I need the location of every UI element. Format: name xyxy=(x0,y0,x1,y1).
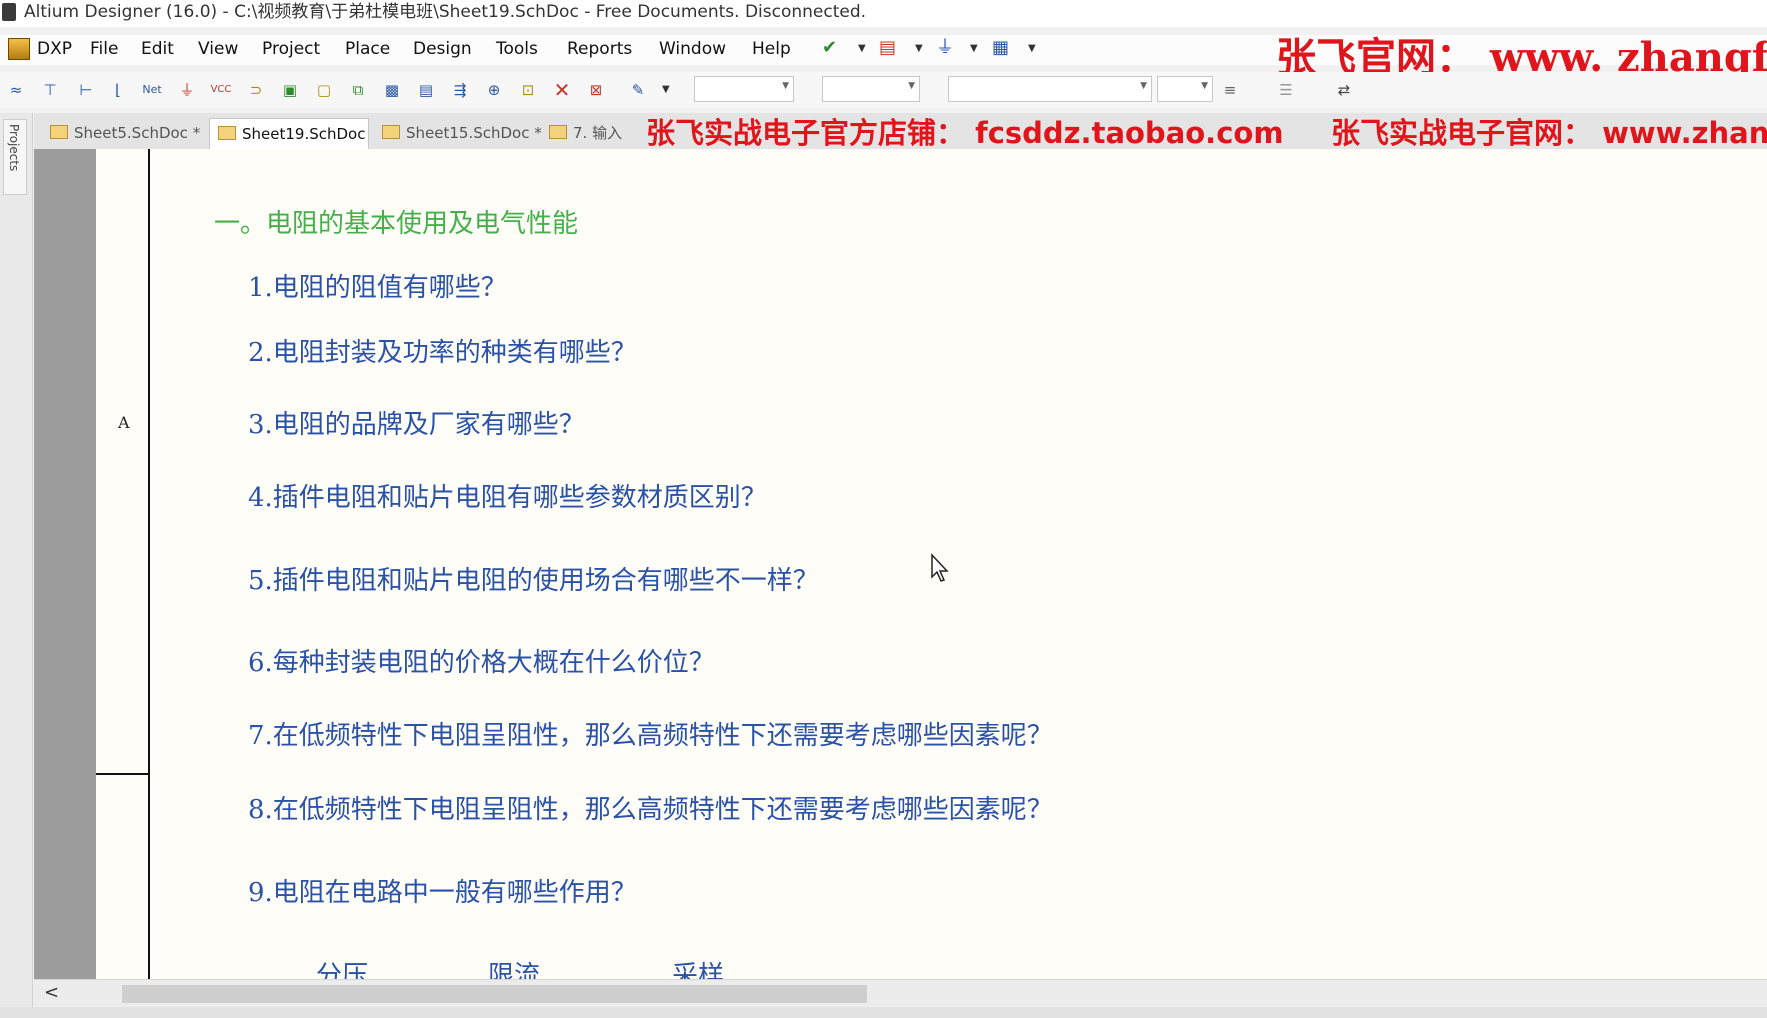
filter-combo-2[interactable]: ▼ xyxy=(822,76,920,102)
question-7[interactable]: 7.在低频特性下电阻呈阻性，那么高频特性下还需要考虑哪些因素呢？ xyxy=(248,715,1053,752)
tab-sheet5[interactable]: Sheet5.SchDoc * xyxy=(42,118,206,148)
junction-icon[interactable]: ⊕ xyxy=(482,78,506,102)
port-icon[interactable]: ⇶ xyxy=(448,78,472,102)
menu-help[interactable]: Help xyxy=(752,39,791,59)
harness-connector-icon[interactable]: ▩ xyxy=(380,78,404,102)
document-tab-bar: Sheet5.SchDoc * Sheet19.SchDoc Sheet15.S… xyxy=(34,113,1767,150)
menu-bar: DXP File Edit View Project Place Design … xyxy=(0,34,1767,81)
title-bar: Altium Designer (16.0) - C:\视频教育\于弟杜模电班\… xyxy=(0,0,1767,27)
projects-tab-label: Projects xyxy=(7,124,21,172)
net-label-icon[interactable]: Net xyxy=(140,78,164,102)
dropdown-arrow-icon[interactable]: ▼ xyxy=(915,38,923,60)
filter-combo-4[interactable]: ▼ xyxy=(1157,76,1213,102)
gnd-port-icon[interactable]: ⏚ xyxy=(175,78,199,102)
question-6[interactable]: 6.每种封装电阻的价格大概在什么价位？ xyxy=(248,642,715,679)
ground-icon[interactable]: ⏚ xyxy=(936,37,954,59)
projects-panel-strip: Projects xyxy=(0,113,33,1018)
horizontal-scrollbar[interactable]: < xyxy=(34,979,1767,1008)
menu-window[interactable]: Window xyxy=(659,39,726,59)
projects-side-tab[interactable]: Projects xyxy=(3,119,27,195)
compile-mask-icon[interactable]: ⊠ xyxy=(584,78,608,102)
watermark-store: 张飞实战电子官方店铺： fcsddz.taobao.com xyxy=(646,116,1284,150)
status-bar xyxy=(0,1007,1767,1018)
wire-icon[interactable]: ≈ xyxy=(4,78,28,102)
menu-design[interactable]: Design xyxy=(413,39,472,59)
sheet-symbol-icon[interactable]: ▣ xyxy=(278,78,302,102)
scroll-thumb[interactable] xyxy=(122,985,867,1003)
filter-combo-3[interactable]: ▼ xyxy=(948,76,1152,102)
vcc-port-icon[interactable]: VCC xyxy=(209,78,233,102)
watermark-site: 张飞实战电子官网： www.zhan xyxy=(1331,116,1767,150)
schematic-doc-icon xyxy=(382,125,400,139)
offsheet-connector-icon[interactable]: ⊡ xyxy=(516,78,540,102)
dxp-icon[interactable] xyxy=(8,38,30,60)
menu-place[interactable]: Place xyxy=(345,39,390,59)
harness-entry-icon[interactable]: ▤ xyxy=(414,78,438,102)
schematic-doc-icon xyxy=(218,126,236,140)
menu-tools[interactable]: Tools xyxy=(496,39,538,59)
pencil-icon[interactable]: ✎ xyxy=(626,78,650,102)
section-heading[interactable]: 一。电阻的基本使用及电气性能 xyxy=(214,203,578,240)
zone-divider xyxy=(96,773,150,775)
wiring-toolbar: ≈ ⊤ ⊢ ⌊ Net ⏚ VCC ⊃ ▣ ▢ ⧉ ▩ ▤ ⇶ ⊕ ⊡ ✕ ⊠ … xyxy=(0,72,1767,108)
line-style-icon[interactable]: ☰ xyxy=(1274,78,1298,102)
dropdown-arrow-icon[interactable]: ▼ xyxy=(1028,38,1036,60)
zone-label-a: A xyxy=(118,413,130,432)
altium-app-icon xyxy=(2,3,16,21)
menu-view[interactable]: View xyxy=(198,39,238,59)
question-5[interactable]: 5.插件电阻和贴片电阻的使用场合有哪些不一样？ xyxy=(248,560,819,597)
line-width-icon[interactable]: ≡ xyxy=(1218,78,1242,102)
menu-edit[interactable]: Edit xyxy=(141,39,174,59)
tab-sheet15[interactable]: Sheet15.SchDoc * xyxy=(374,118,542,148)
bus-icon[interactable]: ⊤ xyxy=(38,78,62,102)
question-4[interactable]: 4.插件电阻和贴片电阻有哪些参数材质区别？ xyxy=(248,477,767,514)
bus-entry-icon[interactable]: ⊢ xyxy=(74,78,98,102)
align-icon[interactable]: ▤ xyxy=(879,37,896,59)
question-9[interactable]: 9.电阻在电路中一般有哪些作用？ xyxy=(248,872,637,909)
menu-file[interactable]: File xyxy=(90,39,118,59)
menu-reports[interactable]: Reports xyxy=(567,39,632,59)
question-8[interactable]: 8.在低频特性下电阻呈阻性，那么高频特性下还需要考虑哪些因素呢？ xyxy=(248,789,1053,826)
grid-icon[interactable]: ▦ xyxy=(992,37,1009,59)
tab-overflow[interactable]: 7. 输入 xyxy=(541,118,641,148)
menu-dxp[interactable]: DXP xyxy=(37,39,72,59)
window-title: Altium Designer (16.0) - C:\视频教育\于弟杜模电班\… xyxy=(24,2,867,22)
signal-harness-icon[interactable]: ⌊ xyxy=(106,78,130,102)
question-2[interactable]: 2.电阻封装及功率的种类有哪些？ xyxy=(248,332,637,369)
no-erc-icon[interactable]: ✕ xyxy=(550,78,574,102)
schematic-doc-icon xyxy=(549,125,567,139)
sheet-entry-icon[interactable]: ▢ xyxy=(312,78,336,102)
mouse-cursor-icon xyxy=(931,553,949,582)
check-icon[interactable]: ✔ xyxy=(822,37,837,59)
tab-sheet19[interactable]: Sheet19.SchDoc xyxy=(209,118,369,149)
dropdown-arrow-icon[interactable]: ▼ xyxy=(970,38,978,60)
part-icon[interactable]: ⊃ xyxy=(244,78,268,102)
dropdown-arrow-icon[interactable]: ▼ xyxy=(662,79,670,101)
question-3[interactable]: 3.电阻的品牌及厂家有哪些？ xyxy=(248,404,585,441)
schematic-doc-icon xyxy=(50,125,68,139)
dropdown-arrow-icon[interactable]: ▼ xyxy=(858,38,866,60)
device-sheet-icon[interactable]: ⧉ xyxy=(346,78,370,102)
schematic-canvas[interactable]: A 一。电阻的基本使用及电气性能 1.电阻的阻值有哪些？ 2.电阻封装及功率的种… xyxy=(34,149,1767,991)
menu-project[interactable]: Project xyxy=(262,39,320,59)
filter-combo-1[interactable]: ▼ xyxy=(694,76,794,102)
arrange-icon[interactable]: ⇄ xyxy=(1332,78,1356,102)
scroll-left-button[interactable]: < xyxy=(44,982,59,1003)
sheet-border-line xyxy=(148,149,150,979)
question-1[interactable]: 1.电阻的阻值有哪些？ xyxy=(248,267,507,304)
